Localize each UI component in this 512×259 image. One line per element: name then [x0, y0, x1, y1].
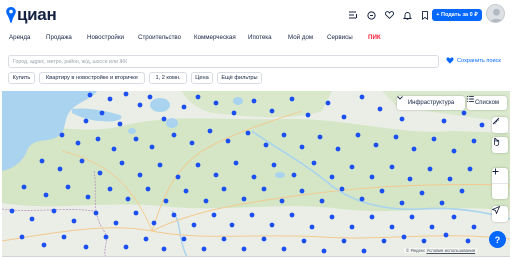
header: циан + Подать за 0 ₽	[0, 0, 512, 30]
location-pin-icon	[6, 7, 16, 23]
favorites-icon[interactable]	[381, 8, 397, 22]
nav-item-my-home[interactable]: Мой дом	[288, 34, 313, 41]
minus-icon	[492, 171, 499, 172]
avatar[interactable]	[486, 4, 505, 23]
filter-property-type[interactable]: Квартиру в новостройке и вторичке	[39, 72, 145, 84]
draw-area-button[interactable]	[492, 137, 508, 153]
zoom-out-button[interactable]	[492, 171, 508, 199]
search-input[interactable]: Город, адрес, метро, район, ж/д, шоссе и…	[8, 55, 439, 68]
filter-rooms[interactable]: 1, 2 комн.	[149, 72, 187, 84]
save-search-label: Сохранить поиск	[457, 57, 501, 64]
list-view-button[interactable]: Списком	[467, 96, 507, 110]
nav-item-rent[interactable]: Аренда	[9, 34, 30, 41]
logo-text: циан	[17, 5, 57, 24]
map-attribution: © Яндекс Условия использования	[404, 248, 478, 253]
list-icon	[467, 96, 474, 102]
save-search-button[interactable]: Сохранить поиск	[446, 57, 501, 64]
main-nav: Аренда Продажа Новостройки Строительство…	[0, 34, 512, 46]
attribution-text: © Яндекс	[406, 248, 426, 253]
nav-item-pik[interactable]: ПИК	[368, 34, 381, 41]
infrastructure-label: Инфраструктура	[407, 100, 455, 106]
search-placeholder: Город, адрес, метро, район, ж/д, шоссе и…	[13, 59, 128, 65]
terms-link[interactable]: Условия использования	[426, 248, 475, 253]
header-icons	[345, 8, 435, 22]
chat-icon[interactable]	[363, 8, 379, 22]
nav-item-new-buildings[interactable]: Новостройки	[87, 34, 124, 41]
map[interactable]: Инфраструктура Списком © Яндекс Условия	[2, 91, 510, 257]
nav-item-services[interactable]: Сервисы	[327, 34, 353, 41]
ruler-icon	[492, 117, 500, 125]
bookmark-icon[interactable]	[417, 8, 433, 22]
infrastructure-dropdown[interactable]: Инфраструктура	[397, 96, 465, 110]
filter-more[interactable]: Ещё фильтры	[217, 72, 262, 84]
map-background	[2, 91, 510, 256]
hand-draw-icon	[494, 137, 500, 146]
zoom-controls	[492, 168, 508, 199]
heart-icon	[446, 57, 454, 64]
logo[interactable]: циан	[6, 5, 57, 25]
ruler-button[interactable]	[492, 117, 508, 133]
geolocation-button[interactable]	[492, 206, 508, 222]
filter-deal-type[interactable]: Купить	[8, 72, 35, 84]
location-arrow-icon	[492, 206, 500, 214]
page: циан + Подать за 0 ₽ Аренда Продажа Ново…	[0, 0, 512, 259]
nav-item-commercial[interactable]: Коммерческая	[194, 34, 236, 41]
help-button[interactable]: ?	[489, 231, 506, 248]
nav-item-mortgage[interactable]: Ипотека	[248, 34, 272, 41]
post-ad-button[interactable]: + Подать за 0 ₽	[432, 9, 482, 21]
nav-item-sale[interactable]: Продажа	[46, 34, 72, 41]
nav-item-construction[interactable]: Строительство	[138, 34, 181, 41]
list-view-label: Списком	[474, 100, 500, 106]
chevron-down-icon	[397, 96, 403, 100]
user-icon	[489, 8, 504, 22]
notifications-icon[interactable]	[399, 8, 415, 22]
filter-price[interactable]: Цена	[191, 72, 213, 84]
compare-icon[interactable]	[345, 8, 361, 22]
